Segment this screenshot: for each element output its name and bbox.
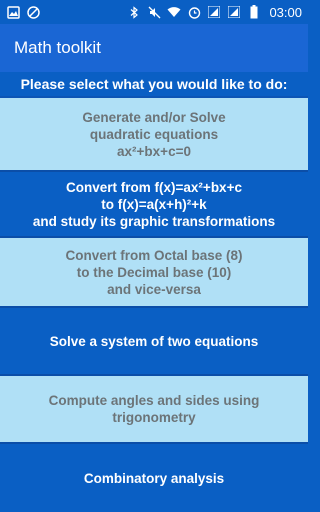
button-line: quadratic equations bbox=[89, 126, 219, 142]
status-bar: 03:00 bbox=[0, 0, 308, 24]
app-bar: Math toolkit bbox=[0, 24, 308, 72]
button-line: trigonometry bbox=[112, 410, 196, 425]
button-line: Solve a system of two equations bbox=[49, 333, 259, 349]
button-line: to the Decimal base (10) bbox=[76, 264, 232, 280]
combinatory-analysis-button[interactable]: Combinatory analysis bbox=[0, 444, 308, 512]
octal-decimal-button[interactable]: Convert from Octal base (8) to the Decim… bbox=[0, 238, 308, 306]
system-of-equations-button[interactable]: Solve a system of two equations bbox=[0, 308, 308, 374]
wifi-icon bbox=[167, 5, 181, 19]
button-line: Generate and/or Solve bbox=[82, 109, 226, 125]
signal-1-icon bbox=[207, 5, 221, 19]
button-line: Convert from Octal base (8) bbox=[65, 247, 243, 263]
app-title: Math toolkit bbox=[14, 38, 101, 57]
button-line: Convert from f(x)=ax²+bx+c bbox=[66, 179, 242, 195]
button-line: Combinatory analysis bbox=[83, 470, 225, 486]
mute-icon bbox=[147, 5, 161, 19]
image-icon bbox=[6, 5, 20, 19]
quadratic-equations-button[interactable]: Generate and/or Solve quadratic equation… bbox=[0, 98, 308, 170]
trigonometry-button[interactable]: Compute angles and sides using trigonome… bbox=[0, 376, 308, 442]
button-line: and vice-versa bbox=[107, 281, 201, 297]
battery-icon bbox=[247, 5, 261, 19]
vertex-form-button[interactable]: Convert from f(x)=ax²+bx+c to f(x)=a(x+h… bbox=[0, 172, 308, 236]
alarm-icon bbox=[187, 5, 201, 19]
no-entry-icon bbox=[26, 5, 40, 19]
button-line: ax²+bx+c=0 bbox=[117, 143, 191, 159]
button-line: to f(x)=a(x+h)²+k bbox=[101, 196, 207, 212]
button-line: and study its graphic transformations bbox=[32, 213, 276, 229]
button-line: Compute angles and sides using bbox=[48, 393, 260, 408]
instruction-prompt: Please select what you would like to do: bbox=[0, 72, 308, 98]
signal-2-icon bbox=[227, 5, 241, 19]
bluetooth-icon bbox=[127, 5, 141, 19]
status-time: 03:00 bbox=[269, 4, 302, 20]
